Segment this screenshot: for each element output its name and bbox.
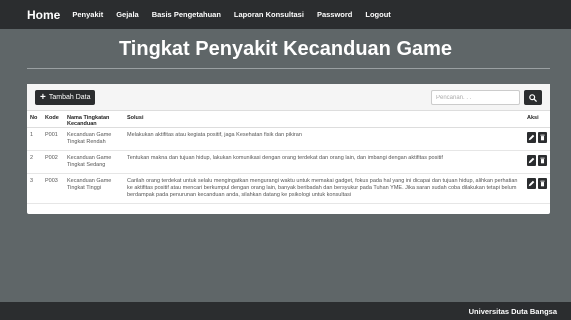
cell-kode: P002 (42, 150, 64, 174)
pencil-icon (528, 180, 535, 187)
cell-nama: Kecanduan Game Tingkat Rendah (64, 127, 124, 151)
edit-button[interactable] (527, 132, 536, 143)
footer-text: Universitas Duta Bangsa (468, 307, 557, 316)
cell-kode: P001 (42, 127, 64, 151)
cell-solusi: Tentukan makna dan tujuan hidup, lakukan… (124, 150, 524, 174)
cell-aksi (524, 150, 550, 174)
page-title: Tingkat Penyakit Kecanduan Game (118, 38, 453, 60)
nav-item-logout[interactable]: Logout (365, 10, 390, 19)
table-row: 3 P003 Kecanduan Game Tingkat Tinggi Car… (27, 173, 550, 204)
header-aksi: Aksi (524, 111, 550, 128)
nav-item-penyakit[interactable]: Penyakit (72, 10, 103, 19)
nav-item-password[interactable]: Password (317, 10, 352, 19)
header-solusi: Solusi (124, 111, 524, 128)
edit-button[interactable] (527, 155, 536, 166)
trash-icon (540, 157, 545, 164)
edit-button[interactable] (527, 178, 536, 189)
search-button[interactable] (524, 90, 542, 105)
cell-no: 3 (27, 173, 42, 204)
add-data-button[interactable]: + Tambah Data (35, 90, 96, 105)
cell-no: 1 (27, 127, 42, 151)
add-data-label: Tambah Data (48, 94, 91, 101)
panel-toolbar: + Tambah Data (27, 84, 550, 111)
header-no: No (27, 111, 42, 128)
footer-bar: Universitas Duta Bangsa (0, 302, 571, 320)
search-icon (529, 93, 537, 102)
pencil-icon (528, 134, 535, 141)
trash-icon (540, 180, 545, 187)
disease-level-table: No Kode Nama Tingkatan Kecanduan Solusi … (27, 111, 550, 204)
plus-icon: + (40, 91, 46, 103)
delete-button[interactable] (538, 132, 547, 143)
table-row: 2 P002 Kecanduan Game Tingkat Sedang Ten… (27, 150, 550, 174)
cell-kode: P003 (42, 173, 64, 204)
cell-solusi: Melakukan aktifitas atau kegiata positif… (124, 127, 524, 151)
cell-nama: Kecanduan Game Tingkat Sedang (64, 150, 124, 174)
nav-item-laporan-konsultasi[interactable]: Laporan Konsultasi (234, 10, 304, 19)
top-navbar: Home Penyakit Gejala Basis Pengetahuan L… (0, 0, 571, 29)
data-panel: + Tambah Data No Kode Nama Tingkatan Kec… (27, 84, 550, 214)
pencil-icon (528, 157, 535, 164)
delete-button[interactable] (538, 178, 547, 189)
delete-button[interactable] (538, 155, 547, 166)
nav-home-link[interactable]: Home (27, 8, 60, 22)
cell-nama: Kecanduan Game Tingkat Tinggi (64, 173, 124, 204)
cell-aksi (524, 173, 550, 204)
title-divider (27, 68, 550, 69)
nav-item-gejala[interactable]: Gejala (116, 10, 139, 19)
header-nama: Nama Tingkatan Kecanduan (64, 111, 124, 128)
trash-icon (540, 134, 545, 141)
header-kode: Kode (42, 111, 64, 128)
table-row: 1 P001 Kecanduan Game Tingkat Rendah Mel… (27, 127, 550, 151)
nav-item-basis-pengetahuan[interactable]: Basis Pengetahuan (152, 10, 221, 19)
cell-solusi: Carilah orang terdekat untuk selalu meng… (124, 173, 524, 204)
cell-aksi (524, 127, 550, 151)
table-header-row: No Kode Nama Tingkatan Kecanduan Solusi … (27, 111, 550, 128)
search-input[interactable] (431, 90, 520, 105)
cell-no: 2 (27, 150, 42, 174)
